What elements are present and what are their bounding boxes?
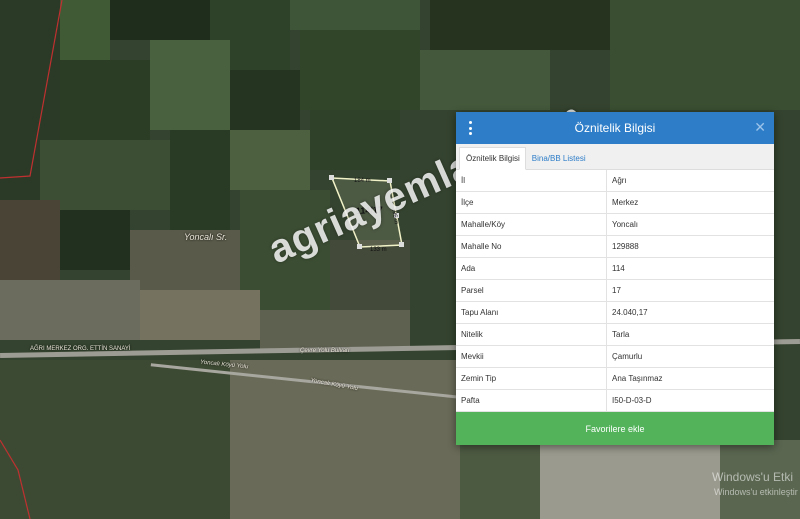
attr-value: Merkez bbox=[606, 191, 774, 214]
attr-key: Ada bbox=[456, 257, 607, 280]
attr-value: Tarla bbox=[606, 323, 774, 346]
kebab-menu-icon[interactable] bbox=[468, 121, 472, 135]
table-row: Zemin Tip Ana Taşınmaz bbox=[456, 367, 774, 390]
attr-value: 129888 bbox=[606, 235, 774, 258]
attr-key: Mahalle/Köy bbox=[456, 213, 607, 236]
table-row: İlçe Merkez bbox=[456, 191, 774, 214]
attr-value: Yoncalı bbox=[606, 213, 774, 236]
windows-activation-subtitle: Windows'u etkinleştir bbox=[714, 487, 798, 497]
attribute-panel: Öznitelik Bilgisi ✕ Öznitelik Bilgisi Bi… bbox=[456, 112, 774, 445]
parcel-edge-length: 184 m bbox=[354, 178, 371, 184]
attr-key: Nitelik bbox=[456, 323, 607, 346]
district-boundary bbox=[0, 439, 31, 519]
attr-key: Parsel bbox=[456, 279, 607, 302]
attr-value: 17 bbox=[606, 279, 774, 302]
attr-key: Mahalle No bbox=[456, 235, 607, 258]
windows-activation-title: Windows'u Etki bbox=[712, 470, 793, 484]
table-row: Ada 114 bbox=[456, 257, 774, 280]
parcel-vertex-handle bbox=[329, 175, 334, 180]
attr-value: I50-D-03-D bbox=[606, 389, 774, 412]
table-row: Mahalle/Köy Yoncalı bbox=[456, 213, 774, 236]
table-row: Tapu Alanı 24.040,17 bbox=[456, 301, 774, 324]
table-row: Mahalle No 129888 bbox=[456, 235, 774, 258]
attribute-table: İl Ağrı İlçe Merkez Mahalle/Köy Yoncalı Mah… bbox=[456, 170, 774, 412]
table-row: Mevkii Çamurlu bbox=[456, 345, 774, 368]
tab-building-list[interactable]: Bina/BB Listesi bbox=[526, 148, 591, 169]
add-to-favorites-button[interactable]: Favorilere ekle bbox=[456, 412, 774, 445]
attr-key: Tapu Alanı bbox=[456, 301, 607, 324]
attr-value: Çamurlu bbox=[606, 345, 774, 368]
close-icon[interactable]: ✕ bbox=[754, 119, 766, 136]
attr-value: Ağrı bbox=[606, 170, 774, 192]
attr-key: İl bbox=[456, 170, 607, 192]
attr-value: Ana Taşınmaz bbox=[606, 367, 774, 390]
tab-attribute-info[interactable]: Öznitelik Bilgisi bbox=[459, 147, 526, 170]
parcel-edge-length: 133 m bbox=[370, 247, 387, 253]
attr-value: 114 bbox=[606, 257, 774, 280]
parcel-vertex-handle bbox=[399, 242, 404, 247]
attr-value: 24.040,17 bbox=[606, 301, 774, 324]
table-row: Nitelik Tarla bbox=[456, 323, 774, 346]
table-row: Parsel 17 bbox=[456, 279, 774, 302]
attr-key: İlçe bbox=[456, 191, 607, 214]
parcel-vertex-handle bbox=[357, 244, 362, 249]
panel-title: Öznitelik Bilgisi bbox=[574, 121, 656, 135]
district-boundary bbox=[0, 0, 63, 179]
attr-key: Pafta bbox=[456, 389, 607, 412]
table-row: İl Ağrı bbox=[456, 170, 774, 192]
table-row: Pafta I50-D-03-D bbox=[456, 389, 774, 412]
panel-tabs: Öznitelik Bilgisi Bina/BB Listesi bbox=[456, 144, 774, 170]
attr-key: Mevkii bbox=[456, 345, 607, 368]
panel-header: Öznitelik Bilgisi ✕ bbox=[456, 112, 774, 144]
attr-key: Zemin Tip bbox=[456, 367, 607, 390]
